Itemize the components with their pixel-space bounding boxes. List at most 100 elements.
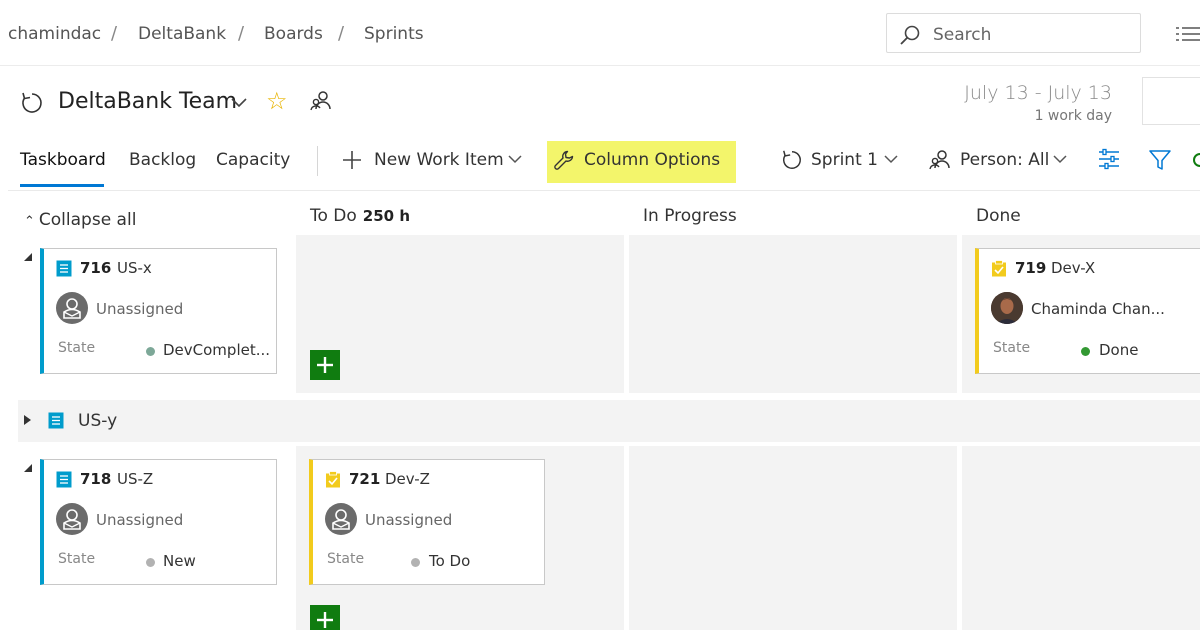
collapsed-story-row[interactable]: [18, 400, 1200, 442]
work-item-id[interactable]: 721: [349, 470, 380, 488]
assignee-label[interactable]: Unassigned: [365, 511, 452, 529]
breadcrumb-boards[interactable]: Boards: [264, 24, 323, 44]
column-title: To Do: [310, 206, 357, 226]
collapse-all-label: Collapse all: [38, 210, 137, 230]
state-dot: [146, 347, 155, 356]
state-dot: [146, 558, 155, 567]
collapse-all-button[interactable]: ⌃ Collapse all: [24, 210, 136, 230]
wrench-icon: [554, 150, 574, 170]
search-box[interactable]: Search: [886, 13, 1141, 53]
column-header-done: Done: [976, 206, 1021, 226]
top-nav-bar: chamindac / DeltaBank / Boards / Sprints…: [0, 0, 1200, 66]
unassigned-avatar-icon: [63, 509, 81, 530]
settings-sliders-icon[interactable]: [1098, 148, 1120, 170]
column-title: Done: [976, 206, 1021, 226]
sprint-work-days: 1 work day: [1034, 108, 1112, 124]
team-title[interactable]: DeltaBank Team: [58, 89, 237, 114]
unassigned-avatar-icon: [63, 298, 81, 319]
avatar[interactable]: [56, 292, 88, 324]
expand-row-icon[interactable]: [24, 415, 31, 425]
person-filter-dropdown[interactable]: Person: All: [960, 150, 1049, 170]
breadcrumb-separator: /: [111, 23, 118, 44]
new-work-item-button[interactable]: New Work Item: [374, 150, 504, 170]
work-item-id[interactable]: 716: [80, 259, 111, 277]
state-label: State: [993, 340, 1031, 356]
chevron-down-icon[interactable]: [1053, 155, 1067, 164]
collapsed-story-title[interactable]: US-y: [78, 411, 117, 431]
assignee-label[interactable]: Unassigned: [96, 511, 183, 529]
user-story-icon: [48, 412, 64, 429]
status-indicator-icon: [1193, 153, 1200, 167]
filter-funnel-icon[interactable]: [1149, 149, 1171, 171]
breadcrumb-project[interactable]: DeltaBank: [138, 24, 226, 44]
work-item-id[interactable]: 719: [1015, 259, 1046, 277]
search-placeholder: Search: [933, 25, 992, 45]
work-item-title[interactable]: Dev-X: [1051, 259, 1095, 277]
story-card[interactable]: 716 US-x Unassigned State DevComplet...: [40, 248, 277, 374]
column-hours: 250 h: [362, 207, 411, 225]
assignee-label[interactable]: Unassigned: [96, 300, 183, 318]
tab-backlog[interactable]: Backlog: [129, 150, 196, 170]
team-members-icon[interactable]: [310, 90, 332, 112]
work-item-title[interactable]: US-x: [117, 259, 152, 277]
chevron-down-icon[interactable]: [231, 98, 247, 108]
tab-capacity[interactable]: Capacity: [216, 150, 290, 170]
plus-icon: [343, 151, 361, 169]
state-value[interactable]: New: [163, 552, 196, 570]
breadcrumb-org[interactable]: chamindac: [8, 24, 101, 44]
collapse-all-icon: ⌃: [24, 214, 35, 229]
unassigned-avatar-icon: [332, 509, 350, 530]
task-icon: [992, 260, 1006, 277]
state-dot: [411, 558, 420, 567]
star-icon[interactable]: ☆: [266, 88, 288, 114]
list-icon[interactable]: [1176, 25, 1200, 43]
tabs-divider: [8, 190, 1200, 191]
search-icon: [900, 25, 920, 45]
task-card[interactable]: 721 Dev-Z Unassigned State To Do: [309, 459, 545, 585]
avatar[interactable]: [991, 292, 1023, 324]
breadcrumb-separator: /: [238, 23, 245, 44]
state-dot: [1081, 347, 1090, 356]
collapse-row-icon[interactable]: [24, 253, 32, 261]
work-item-title[interactable]: Dev-Z: [385, 470, 430, 488]
task-icon: [326, 471, 340, 488]
avatar[interactable]: [325, 503, 357, 535]
state-label: State: [327, 551, 365, 567]
sprint-cycle-icon: [22, 92, 42, 113]
breadcrumb-sprints[interactable]: Sprints: [364, 24, 424, 44]
chevron-down-icon[interactable]: [884, 155, 898, 164]
state-value[interactable]: DevComplet...: [163, 341, 270, 359]
column-header-todo: To Do 250 h: [310, 206, 410, 226]
cell-in-progress: [629, 235, 957, 393]
chevron-down-icon[interactable]: [508, 155, 522, 164]
sprint-date-range: July 13 - July 13: [964, 82, 1112, 104]
user-photo-icon: [991, 292, 1023, 324]
work-item-title[interactable]: US-Z: [117, 470, 153, 488]
sprint-cycle-icon: [783, 150, 801, 169]
cell-in-progress: [629, 446, 957, 630]
column-title: In Progress: [643, 206, 737, 226]
toolbar-divider: [317, 146, 318, 176]
collapse-row-icon[interactable]: [24, 464, 32, 472]
assignee-label[interactable]: Chaminda Chan...: [1031, 300, 1165, 318]
add-task-button[interactable]: [310, 605, 340, 630]
avatar[interactable]: [56, 503, 88, 535]
cell-done: [962, 446, 1200, 630]
sprint-selector[interactable]: Sprint 1: [811, 150, 878, 170]
plus-icon: [317, 612, 333, 628]
task-card[interactable]: 719 Dev-X Chaminda Chan... State Done: [975, 248, 1200, 374]
state-value[interactable]: Done: [1099, 341, 1138, 359]
state-value[interactable]: To Do: [429, 552, 470, 570]
tab-taskboard[interactable]: Taskboard: [20, 150, 106, 170]
column-options-button[interactable]: Column Options: [584, 150, 720, 170]
user-story-icon: [56, 260, 72, 277]
user-story-icon: [56, 471, 72, 488]
active-tab-indicator: [20, 184, 104, 187]
add-task-button[interactable]: [310, 350, 340, 380]
sprint-burndown-panel[interactable]: [1142, 77, 1200, 125]
cell-todo: [296, 235, 624, 393]
story-card[interactable]: 718 US-Z Unassigned State New: [40, 459, 277, 585]
plus-icon: [317, 357, 333, 373]
state-label: State: [58, 551, 96, 567]
work-item-id[interactable]: 718: [80, 470, 111, 488]
